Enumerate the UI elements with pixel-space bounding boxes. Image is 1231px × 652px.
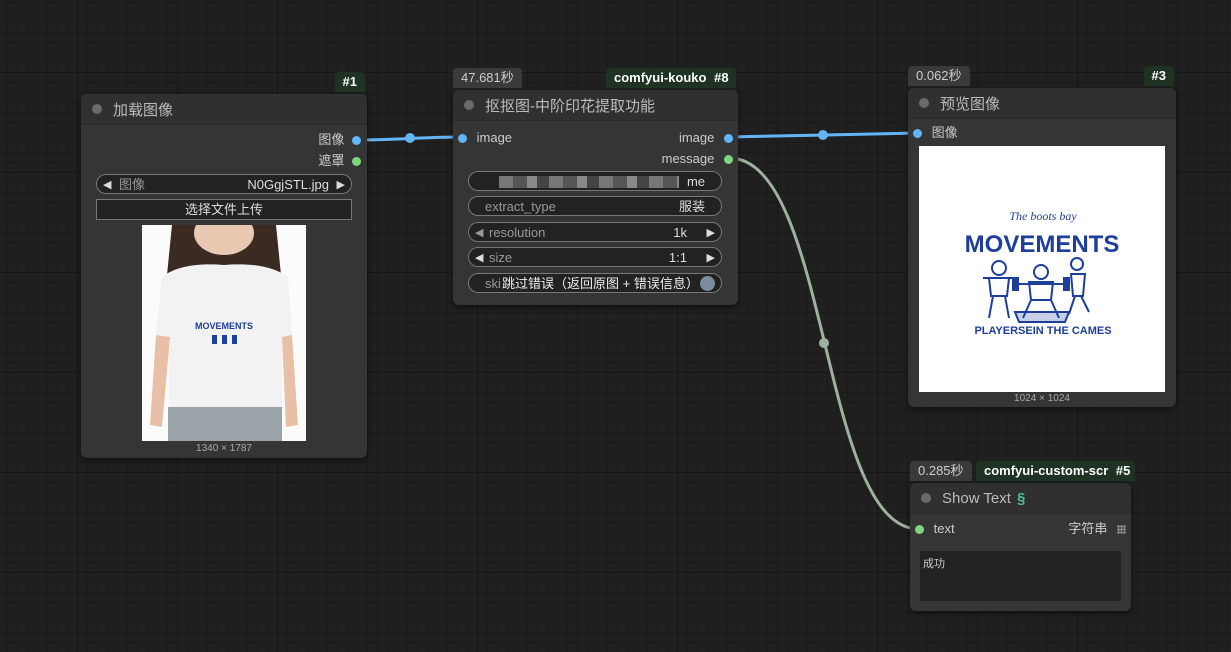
arrow-right-icon[interactable]: ▶	[707, 248, 715, 268]
input-slot-image[interactable]: image	[458, 130, 512, 146]
load-image-node[interactable]: #1 加载图像 图像 遮罩 ◀ 图像 N0GgjSTL.jpg ▶ 选择文件上传…	[81, 72, 367, 458]
arrow-right-icon[interactable]: ▶	[707, 223, 715, 243]
arrow-left-icon[interactable]: ◀	[475, 223, 483, 243]
input-dot-icon[interactable]	[915, 525, 924, 535]
output-image-preview: The boots bay MOVEMENTS PLAYERSEIN THE C…	[919, 146, 1165, 392]
image-dimensions: 1024 × 1024	[1014, 393, 1070, 404]
photo-illustration: MOVEMENTS	[142, 225, 306, 441]
grid-dot-icon[interactable]	[1117, 525, 1126, 535]
collapse-dot-icon[interactable]	[919, 98, 929, 108]
output-slot-image[interactable]: image	[679, 130, 733, 146]
output-slot-image[interactable]: 图像	[318, 132, 361, 148]
extract-node[interactable]: 47.681秒 comfyui-kouko #8 抠抠图-中阶印花提取功能 im…	[453, 68, 738, 305]
artwork-footer: PLAYERSEIN THE CAMES	[974, 325, 1111, 337]
node-title-text: 加载图像	[113, 101, 174, 119]
output-slot-mask[interactable]: 遮罩	[318, 153, 361, 169]
toggle-knob-icon[interactable]	[700, 276, 715, 291]
output-dot-icon[interactable]	[352, 136, 361, 146]
node-title-text: 抠抠图-中阶印花提取功能	[485, 97, 655, 115]
image-dimensions: 1340 × 1787	[196, 443, 252, 454]
node-title-text: Show Text	[942, 489, 1011, 507]
arrow-right-icon[interactable]: ▶	[337, 175, 345, 195]
size-widget[interactable]: ◀ size 1:1 ▶	[468, 247, 722, 267]
extract-type-widget[interactable]: extract_type 服装	[468, 196, 722, 216]
output-slot-string[interactable]: 字符串	[1068, 521, 1126, 537]
node-time-badge: 0.285秒	[910, 461, 972, 481]
collapse-dot-icon[interactable]	[92, 104, 102, 114]
input-slot-text[interactable]: text	[915, 521, 955, 537]
image-select-widget[interactable]: ◀ 图像 N0GgjSTL.jpg ▶	[96, 174, 352, 194]
text-output-area[interactable]: 成功	[920, 551, 1121, 601]
link-extract-to-preview	[728, 131, 918, 139]
input-dot-icon[interactable]	[458, 134, 467, 144]
link-load-to-extract	[357, 135, 463, 142]
input-image-preview: MOVEMENTS	[142, 225, 306, 441]
athletes-illustration	[983, 257, 1090, 323]
arrow-left-icon[interactable]: ◀	[103, 175, 111, 195]
link-midpoint	[818, 130, 828, 140]
node-title[interactable]: Show Text §	[910, 483, 1131, 514]
api-key-widget[interactable]: me	[468, 171, 722, 191]
artwork-headline: MOVEMENTS	[965, 231, 1120, 258]
link-extract-to-showtext	[728, 156, 920, 531]
node-id-badge: #3	[1143, 66, 1174, 86]
link-midpoint	[819, 338, 829, 348]
redacted-value	[499, 176, 679, 188]
node-title-text: 预览图像	[940, 95, 1001, 113]
node-source-badge: comfyui-kouko #8	[606, 68, 736, 88]
node-title[interactable]: 抠抠图-中阶印花提取功能	[453, 90, 738, 121]
output-slot-message[interactable]: message	[662, 151, 733, 167]
node-time-badge: 47.681秒	[453, 68, 522, 88]
node-source-badge: comfyui-custom-scr #5	[976, 461, 1135, 481]
node-time-badge: 0.062秒	[908, 66, 970, 86]
resolution-widget[interactable]: ◀ resolution 1k ▶	[468, 222, 722, 242]
output-dot-icon[interactable]	[352, 157, 361, 167]
artwork-script: The boots bay	[1009, 209, 1077, 223]
link-midpoint	[405, 133, 415, 143]
node-title[interactable]: 预览图像	[908, 88, 1176, 119]
upload-button[interactable]: 选择文件上传	[96, 199, 352, 220]
skip-error-toggle[interactable]: ski 跳过错误（返回原图 + 错误信息）	[468, 273, 722, 293]
show-text-node[interactable]: 0.285秒 comfyui-custom-scr #5 Show Text §…	[910, 461, 1135, 611]
input-slot-image[interactable]: 图像	[913, 125, 958, 141]
node-id-badge: #1	[334, 72, 365, 92]
collapse-dot-icon[interactable]	[464, 100, 474, 110]
collapse-dot-icon[interactable]	[921, 493, 931, 503]
shirt-print-text: MOVEMENTS	[195, 321, 253, 331]
output-dot-icon[interactable]	[724, 155, 733, 165]
preview-image-node[interactable]: 0.062秒 #3 预览图像 图像 The boots bay MOVEMENT…	[908, 66, 1176, 407]
print-artwork: The boots bay MOVEMENTS PLAYERSEIN THE C…	[965, 209, 1120, 337]
input-dot-icon[interactable]	[913, 129, 922, 139]
output-dot-icon[interactable]	[724, 134, 733, 144]
python-snake-icon: §	[1016, 489, 1026, 507]
arrow-left-icon[interactable]: ◀	[475, 248, 483, 268]
node-title[interactable]: 加载图像	[81, 94, 367, 125]
